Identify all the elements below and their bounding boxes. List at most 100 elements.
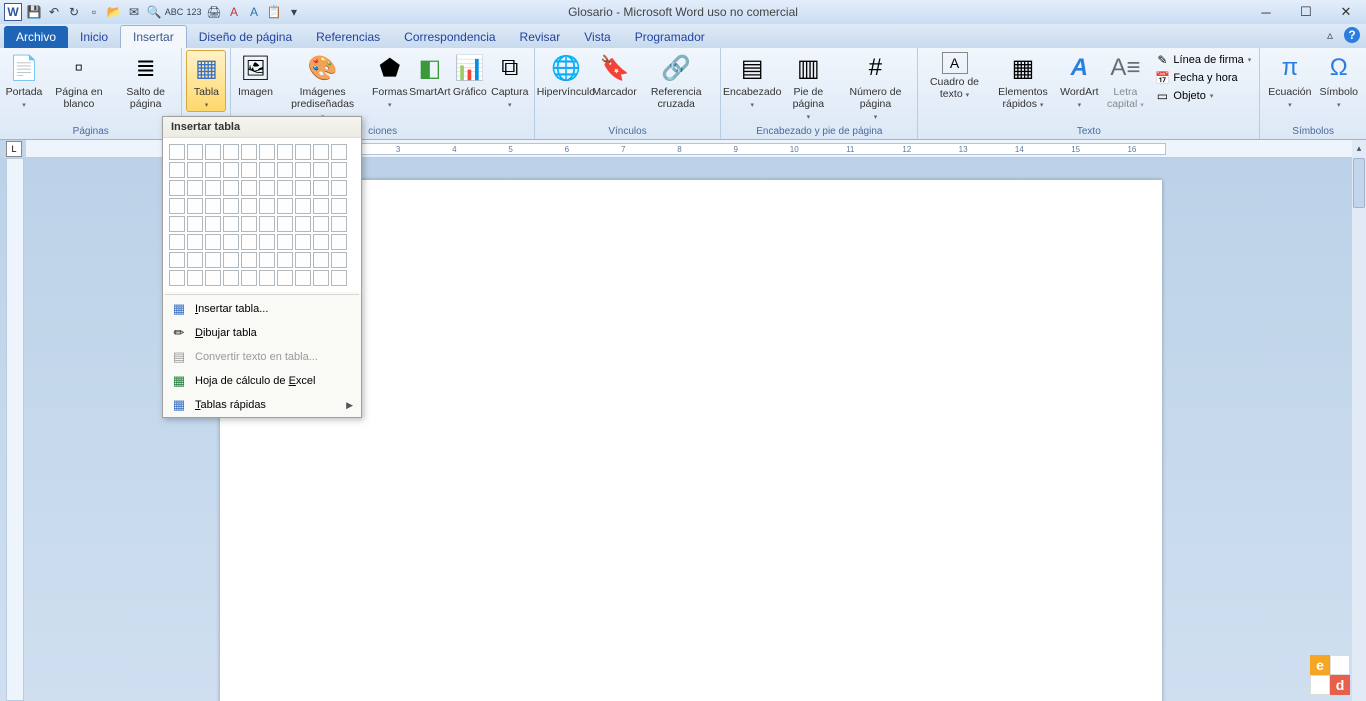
minimize-ribbon-icon[interactable]: ▵	[1322, 27, 1338, 43]
grid-cell[interactable]	[331, 144, 347, 160]
grid-cell[interactable]	[277, 234, 293, 250]
grid-cell[interactable]	[277, 180, 293, 196]
new-icon[interactable]: ▫	[86, 4, 102, 20]
grid-cell[interactable]	[169, 216, 185, 232]
open-icon[interactable]: 📂	[106, 4, 122, 20]
rapidos-button[interactable]: ▦Elementos rápidos ▾	[987, 50, 1060, 112]
grid-cell[interactable]	[277, 144, 293, 160]
grid-cell[interactable]	[313, 234, 329, 250]
grid-cell[interactable]	[169, 162, 185, 178]
wordart-button[interactable]: AWordArt▾	[1059, 50, 1099, 112]
undo-icon[interactable]: ↶	[46, 4, 62, 20]
vertical-scrollbar[interactable]: ▴	[1352, 140, 1366, 701]
grid-cell[interactable]	[187, 252, 203, 268]
grid-cell[interactable]	[241, 234, 257, 250]
redo-icon[interactable]: ↻	[66, 4, 82, 20]
grid-cell[interactable]	[259, 270, 275, 286]
preview-icon[interactable]: 🔍	[146, 4, 162, 20]
close-button[interactable]: ✕	[1326, 0, 1366, 24]
grid-cell[interactable]	[241, 144, 257, 160]
grid-cell[interactable]	[277, 198, 293, 214]
scroll-thumb[interactable]	[1353, 158, 1365, 208]
grid-cell[interactable]	[241, 216, 257, 232]
grid-cell[interactable]	[223, 252, 239, 268]
grid-cell[interactable]	[259, 234, 275, 250]
tab-selector[interactable]: L	[6, 141, 22, 157]
grid-cell[interactable]	[223, 144, 239, 160]
grid-cell[interactable]	[277, 162, 293, 178]
grid-cell[interactable]	[241, 252, 257, 268]
format-icon[interactable]: A	[226, 4, 242, 20]
dibujar-tabla-item[interactable]: ✏ Dibujar tabla	[163, 321, 361, 345]
grid-cell[interactable]	[313, 270, 329, 286]
captura-button[interactable]: ⧉Captura▾	[490, 50, 530, 112]
blank-page-button[interactable]: ▫ Página en blanco	[44, 50, 114, 112]
grid-cell[interactable]	[205, 180, 221, 196]
grid-cell[interactable]	[169, 270, 185, 286]
grid-cell[interactable]	[187, 270, 203, 286]
grid-cell[interactable]	[169, 144, 185, 160]
grid-cell[interactable]	[223, 270, 239, 286]
table-grid-picker[interactable]	[163, 138, 361, 292]
grid-cell[interactable]	[169, 252, 185, 268]
grid-cell[interactable]	[331, 252, 347, 268]
grid-cell[interactable]	[331, 162, 347, 178]
grid-cell[interactable]	[331, 198, 347, 214]
grid-cell[interactable]	[169, 180, 185, 196]
grid-cell[interactable]	[241, 270, 257, 286]
grid-cell[interactable]	[187, 216, 203, 232]
grid-cell[interactable]	[241, 180, 257, 196]
hoja-excel-item[interactable]: ▦ Hoja de cálculo de Excel	[163, 369, 361, 393]
grid-cell[interactable]	[313, 216, 329, 232]
grid-cell[interactable]	[259, 180, 275, 196]
grid-cell[interactable]	[205, 162, 221, 178]
tab-referencias[interactable]: Referencias	[304, 26, 392, 48]
grid-cell[interactable]	[223, 234, 239, 250]
help-icon[interactable]: ?	[1344, 27, 1360, 43]
grid-cell[interactable]	[331, 234, 347, 250]
grid-cell[interactable]	[187, 162, 203, 178]
qat-customize-icon[interactable]: ▾	[286, 4, 302, 20]
grid-cell[interactable]	[295, 144, 311, 160]
cuadrotexto-button[interactable]: ACuadro de texto ▾	[922, 50, 986, 102]
grid-cell[interactable]	[205, 198, 221, 214]
grid-cell[interactable]	[223, 180, 239, 196]
tab-programador[interactable]: Programador	[623, 26, 717, 48]
app-icon[interactable]: W	[4, 3, 22, 21]
lineafirma-button[interactable]: ✎Línea de firma ▾	[1153, 52, 1253, 68]
tab-diseno[interactable]: Diseño de página	[187, 26, 304, 48]
clipart-button[interactable]: 🎨Imágenes prediseñadas▾	[275, 50, 369, 124]
numpagina-button[interactable]: #Número de página▾	[838, 50, 914, 124]
grid-cell[interactable]	[259, 198, 275, 214]
grid-cell[interactable]	[205, 234, 221, 250]
email-icon[interactable]: ✉	[126, 4, 142, 20]
grid-cell[interactable]	[295, 252, 311, 268]
grafico-button[interactable]: 📊Gráfico	[450, 50, 490, 100]
grid-cell[interactable]	[187, 234, 203, 250]
grid-cell[interactable]	[187, 180, 203, 196]
tablas-rapidas-item[interactable]: ▦ Tablas rápidas ▶	[163, 393, 361, 417]
tab-vista[interactable]: Vista	[572, 26, 622, 48]
print-icon[interactable]: 🖨	[206, 4, 222, 20]
imagen-button[interactable]: 🖼Imagen	[235, 50, 275, 100]
letracapital-button[interactable]: A≡Letra capital ▾	[1099, 50, 1151, 112]
grid-cell[interactable]	[277, 270, 293, 286]
vertical-ruler[interactable]	[6, 158, 24, 701]
grid-cell[interactable]	[331, 180, 347, 196]
hipervinculo-button[interactable]: 🌐Hipervínculo	[539, 50, 593, 100]
minimize-button[interactable]: ─	[1246, 0, 1286, 24]
objeto-button[interactable]: ▭Objeto ▾	[1153, 88, 1253, 104]
grid-cell[interactable]	[313, 252, 329, 268]
fechahora-button[interactable]: 📅Fecha y hora	[1153, 70, 1253, 86]
paste-icon[interactable]: 📋	[266, 4, 282, 20]
grid-cell[interactable]	[313, 144, 329, 160]
portada-button[interactable]: 📄 Portada▾	[4, 50, 44, 112]
encabezado-button[interactable]: ▤Encabezado▾	[725, 50, 779, 112]
grid-cell[interactable]	[187, 144, 203, 160]
grid-cell[interactable]	[223, 162, 239, 178]
grid-cell[interactable]	[187, 198, 203, 214]
grid-cell[interactable]	[295, 162, 311, 178]
tab-correspondencia[interactable]: Correspondencia	[392, 26, 507, 48]
insertar-tabla-item[interactable]: ▦ Insertar tabla...	[163, 297, 361, 321]
grid-cell[interactable]	[205, 144, 221, 160]
